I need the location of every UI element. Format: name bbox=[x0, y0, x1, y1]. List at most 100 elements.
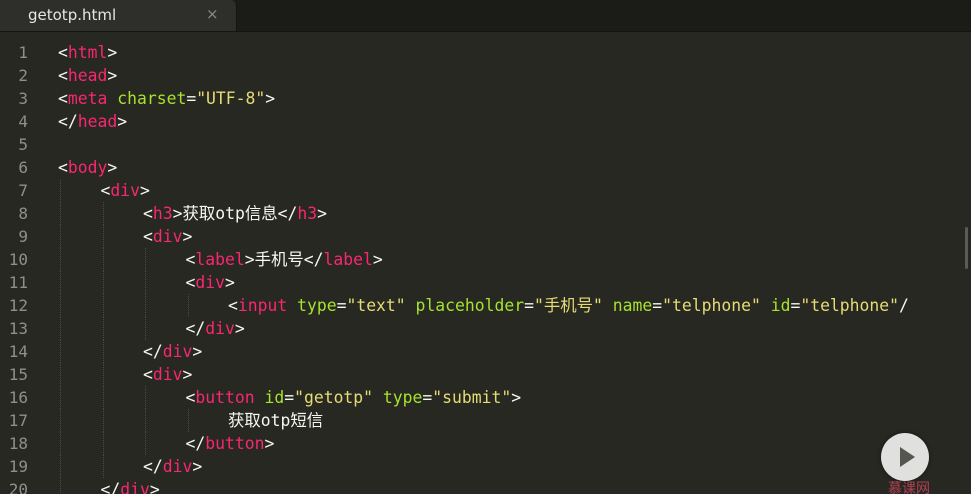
token-p bbox=[603, 296, 613, 315]
code-line[interactable]: 8 <h3>获取otp信息</h3> bbox=[0, 202, 971, 225]
indent-guide bbox=[145, 248, 146, 271]
token-p: > bbox=[117, 112, 128, 131]
token-tag: div bbox=[162, 457, 193, 476]
code-line[interactable]: 19 </div> bbox=[0, 455, 971, 478]
token-p: </ bbox=[303, 250, 324, 269]
code-text: <body> bbox=[58, 156, 117, 179]
token-tag: head bbox=[77, 112, 118, 131]
token-p: > bbox=[139, 181, 150, 200]
token-tag: input bbox=[237, 296, 288, 315]
token-p bbox=[373, 388, 383, 407]
code-line[interactable]: 6 <body> bbox=[0, 156, 971, 179]
token-p: > bbox=[149, 480, 160, 494]
indent-guide bbox=[145, 271, 146, 294]
token-p: < bbox=[185, 388, 196, 407]
code-line[interactable]: 5 bbox=[0, 133, 971, 156]
token-p: < bbox=[100, 181, 111, 200]
code-text: </div> bbox=[143, 455, 202, 478]
code-text: 获取otp短信 bbox=[228, 409, 323, 432]
code-line[interactable]: 1 <html> bbox=[0, 41, 971, 64]
line-number: 10 bbox=[8, 250, 28, 269]
token-attr: type bbox=[297, 296, 337, 315]
code-line[interactable]: 17 获取otp短信 bbox=[0, 409, 971, 432]
tab-bar: getotp.html × bbox=[0, 0, 971, 32]
token-tag: div bbox=[110, 181, 140, 200]
tab-getotp[interactable]: getotp.html × bbox=[0, 0, 237, 31]
code-line[interactable]: 9 <div> bbox=[0, 225, 971, 248]
code-text: <div> bbox=[186, 271, 235, 294]
indent-guide bbox=[60, 409, 61, 432]
code-line[interactable]: 3 <meta charset="UTF-8"> bbox=[0, 87, 971, 110]
token-p: > bbox=[264, 434, 275, 453]
token-tag: button bbox=[205, 434, 265, 453]
code-line[interactable]: 11 <div> bbox=[0, 271, 971, 294]
indent-guide bbox=[102, 432, 104, 455]
indent-guide bbox=[102, 294, 104, 317]
indent-guide bbox=[102, 317, 104, 340]
code-line[interactable]: 14 </div> bbox=[0, 340, 971, 363]
indent-guide bbox=[102, 271, 104, 294]
token-p: < bbox=[58, 158, 68, 177]
token-p: > bbox=[172, 204, 183, 223]
token-text: 获取otp信息 bbox=[182, 204, 278, 223]
token-p: </ bbox=[143, 457, 163, 476]
code-text: </div> bbox=[101, 478, 160, 494]
token-p bbox=[107, 89, 117, 108]
code-line[interactable]: 20 </div> bbox=[0, 478, 971, 494]
token-p: > bbox=[107, 66, 118, 85]
code-text: <div> bbox=[143, 363, 192, 386]
code-text: </button> bbox=[186, 432, 275, 455]
indent-guide bbox=[60, 363, 61, 386]
token-p: < bbox=[58, 66, 68, 85]
code-text: <div> bbox=[143, 225, 192, 248]
token-p: > bbox=[372, 250, 383, 269]
play-button[interactable] bbox=[881, 433, 929, 481]
token-tag: div bbox=[195, 273, 225, 292]
token-tag: div bbox=[205, 319, 235, 338]
code-line[interactable]: 15 <div> bbox=[0, 363, 971, 386]
code-line[interactable]: 18 </button> bbox=[0, 432, 971, 455]
token-attr: id bbox=[264, 388, 285, 407]
code-line[interactable]: 12 <input type="text" placeholder="手机号" n… bbox=[0, 294, 971, 317]
code-text: <meta charset="UTF-8"> bbox=[58, 87, 275, 110]
indent-guide bbox=[60, 478, 61, 494]
line-number: 4 bbox=[18, 112, 28, 131]
indent-guide bbox=[60, 386, 61, 409]
scrollbar-thumb[interactable] bbox=[965, 227, 968, 269]
indent-guide bbox=[145, 294, 146, 317]
token-str: "getotp" bbox=[294, 388, 374, 407]
code-text: </head> bbox=[58, 110, 127, 133]
token-p bbox=[406, 296, 416, 315]
code-line[interactable]: 16 <button id="getotp" type="submit"> bbox=[0, 386, 971, 409]
token-p: = bbox=[422, 388, 433, 407]
indent-guide bbox=[187, 409, 189, 432]
line-number: 11 bbox=[8, 273, 28, 292]
line-number: 14 bbox=[8, 342, 28, 361]
code-line[interactable]: 7 <div> bbox=[0, 179, 971, 202]
indent-guide bbox=[102, 202, 104, 225]
code-line[interactable]: 13 </div> bbox=[0, 317, 971, 340]
token-p: </ bbox=[185, 319, 206, 338]
code-editor[interactable]: 1 <html> 2 <head> 3 <meta charset="UTF-8"> 4 </… bbox=[0, 31, 971, 494]
watermark-logo: 慕课网 bbox=[888, 481, 930, 494]
indent-guide bbox=[145, 386, 146, 409]
indent-guide bbox=[60, 317, 61, 340]
code-line[interactable]: 4 </head> bbox=[0, 110, 971, 133]
close-icon[interactable]: × bbox=[206, 5, 219, 23]
token-str: "telphone" bbox=[800, 296, 900, 315]
line-number: 2 bbox=[18, 66, 28, 85]
token-p: </ bbox=[277, 204, 298, 223]
token-tag: button bbox=[195, 388, 255, 407]
code-line[interactable]: 10 <label>手机号</label> bbox=[0, 248, 971, 271]
token-tag: html bbox=[67, 43, 108, 62]
line-number: 6 bbox=[18, 158, 28, 177]
token-attr: id bbox=[770, 296, 791, 315]
indent-guide bbox=[102, 386, 104, 409]
line-number: 13 bbox=[8, 319, 28, 338]
code-line[interactable]: 2 <head> bbox=[0, 64, 971, 87]
token-p bbox=[761, 296, 771, 315]
token-p: > bbox=[182, 365, 193, 384]
line-number: 7 bbox=[18, 181, 28, 200]
token-str: "UTF-8" bbox=[196, 89, 266, 108]
token-p: > bbox=[234, 319, 245, 338]
